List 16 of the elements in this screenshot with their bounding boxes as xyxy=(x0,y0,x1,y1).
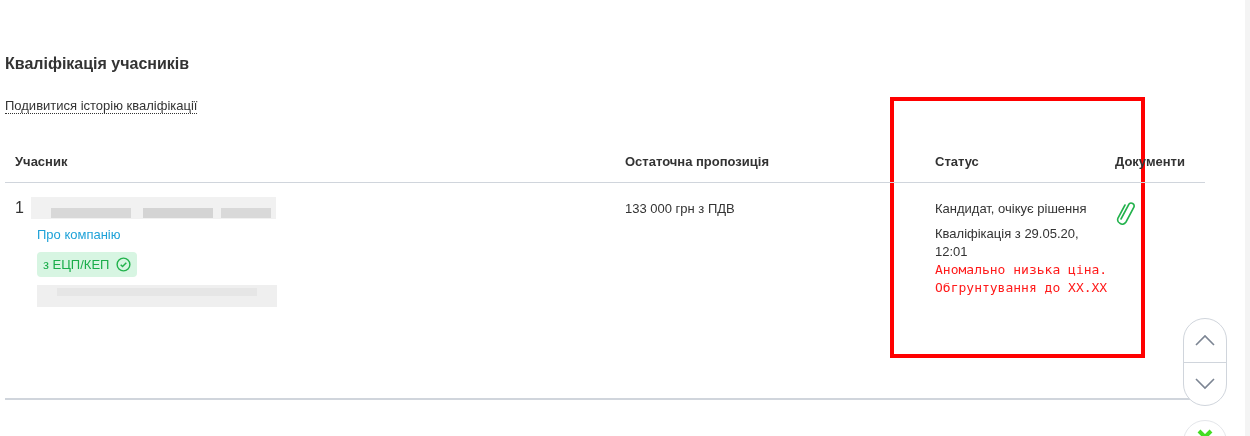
history-link[interactable]: Подивитися історію кваліфікації xyxy=(5,98,198,114)
row-number: 1 xyxy=(15,199,24,217)
chevron-up-icon xyxy=(1194,334,1216,347)
offer-cell-text: 133 000 грн з ПДВ xyxy=(624,200,736,218)
section-title: Кваліфікація учасників xyxy=(5,55,190,73)
signature-badge: з ЕЦП/КЕП xyxy=(37,252,138,277)
column-header: Остаточна пропозиція xyxy=(624,153,770,169)
qualification-date: Кваліфікація з 29.05.20, 12:01 xyxy=(935,225,1080,261)
column-header: Учасник xyxy=(14,153,69,169)
chevron-down-icon xyxy=(1197,429,1213,436)
check-circle-icon xyxy=(116,257,132,272)
status-text: Кандидат, очікує рішення xyxy=(935,201,1088,216)
column-header: Статус xyxy=(934,153,980,169)
annotation-note: Аномально низька ціна. Обгрунтування до XX.XX xyxy=(935,261,1109,297)
paperclip-icon[interactable] xyxy=(1115,199,1135,225)
chevron-down-icon xyxy=(1194,377,1216,390)
